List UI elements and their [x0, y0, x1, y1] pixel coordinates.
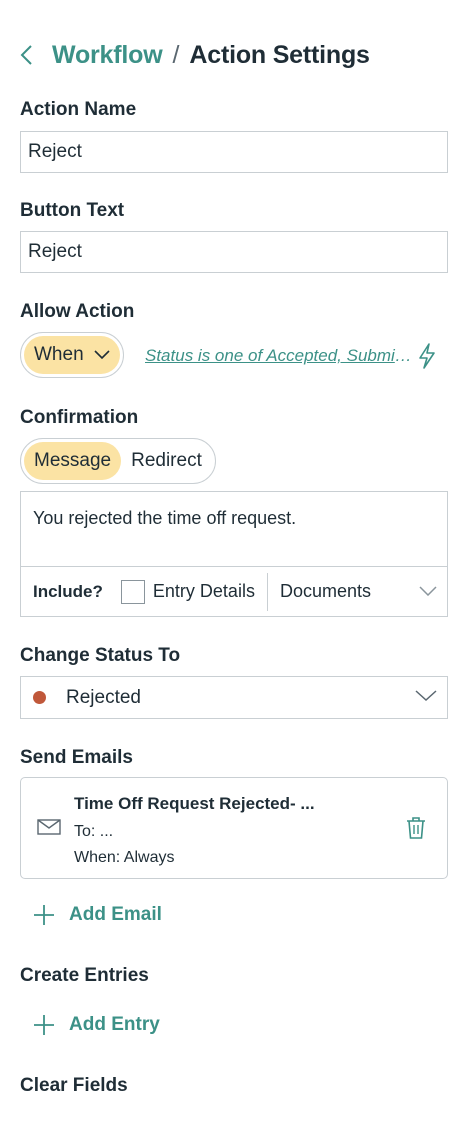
confirmation-label: Confirmation: [20, 407, 139, 428]
plus-icon: [33, 904, 55, 926]
change-status-label: Change Status To: [20, 645, 181, 666]
breadcrumb-workflow-link[interactable]: Workflow: [52, 41, 163, 70]
include-label: Include?: [33, 581, 103, 601]
confirmation-include-row: Include? Entry Details Documents: [21, 566, 447, 616]
envelope-icon: [37, 819, 61, 840]
send-emails-label: Send Emails: [20, 747, 133, 768]
add-entry-label: Add Entry: [69, 1014, 160, 1035]
action-name-input[interactable]: Reject: [20, 131, 448, 173]
email-recipient: To: ...: [74, 823, 114, 840]
change-status-select[interactable]: Rejected: [20, 676, 448, 719]
clear-fields-label: Clear Fields: [20, 1075, 128, 1096]
lightning-bolt-icon[interactable]: [417, 343, 437, 374]
button-text-label: Button Text: [20, 200, 125, 221]
create-entries-label: Create Entries: [20, 965, 149, 986]
change-status-value: Rejected: [66, 686, 141, 708]
plus-icon: [33, 1014, 55, 1036]
allow-action-mode-select[interactable]: When: [20, 332, 124, 378]
chevron-left-icon[interactable]: [20, 40, 42, 70]
add-email-label: Add Email: [69, 904, 162, 925]
status-color-dot: [33, 691, 46, 704]
confirmation-message-box: You rejected the time off request. Inclu…: [20, 491, 448, 617]
confirmation-redirect-option[interactable]: Redirect: [121, 442, 212, 480]
documents-select[interactable]: Documents: [280, 581, 419, 602]
breadcrumb-separator: /: [172, 40, 180, 69]
entry-details-checkbox[interactable]: [120, 579, 145, 604]
email-card[interactable]: Time Off Request Rejected- ... To: ... W…: [20, 777, 448, 879]
divider: [266, 572, 268, 611]
add-email-button[interactable]: Add Email: [33, 900, 162, 930]
confirmation-message-textarea[interactable]: You rejected the time off request.: [21, 492, 447, 566]
chevron-down-icon: [94, 350, 110, 360]
action-name-label: Action Name: [20, 99, 137, 120]
allow-action-mode-pill[interactable]: When: [24, 336, 120, 374]
confirmation-type-toggle: Message Redirect: [20, 438, 216, 484]
add-entry-button[interactable]: Add Entry: [33, 1010, 160, 1040]
email-trigger: When: Always: [74, 849, 175, 866]
page-title: Action Settings: [189, 40, 370, 69]
confirmation-message-option[interactable]: Message: [24, 442, 122, 480]
allow-action-label: Allow Action: [20, 301, 135, 322]
allow-action-condition-link[interactable]: Status is one of Accepted, Submitted: [145, 346, 413, 366]
trash-icon[interactable]: [405, 816, 427, 845]
chevron-down-icon[interactable]: [419, 583, 437, 601]
chevron-down-icon: [415, 689, 437, 707]
button-text-input[interactable]: Reject: [20, 231, 448, 273]
breadcrumb: Workflow / Action Settings: [20, 38, 370, 72]
email-title: Time Off Request Rejected- ...: [74, 794, 315, 813]
allow-action-mode-value: When: [34, 344, 84, 365]
entry-details-label: Entry Details: [152, 581, 255, 601]
